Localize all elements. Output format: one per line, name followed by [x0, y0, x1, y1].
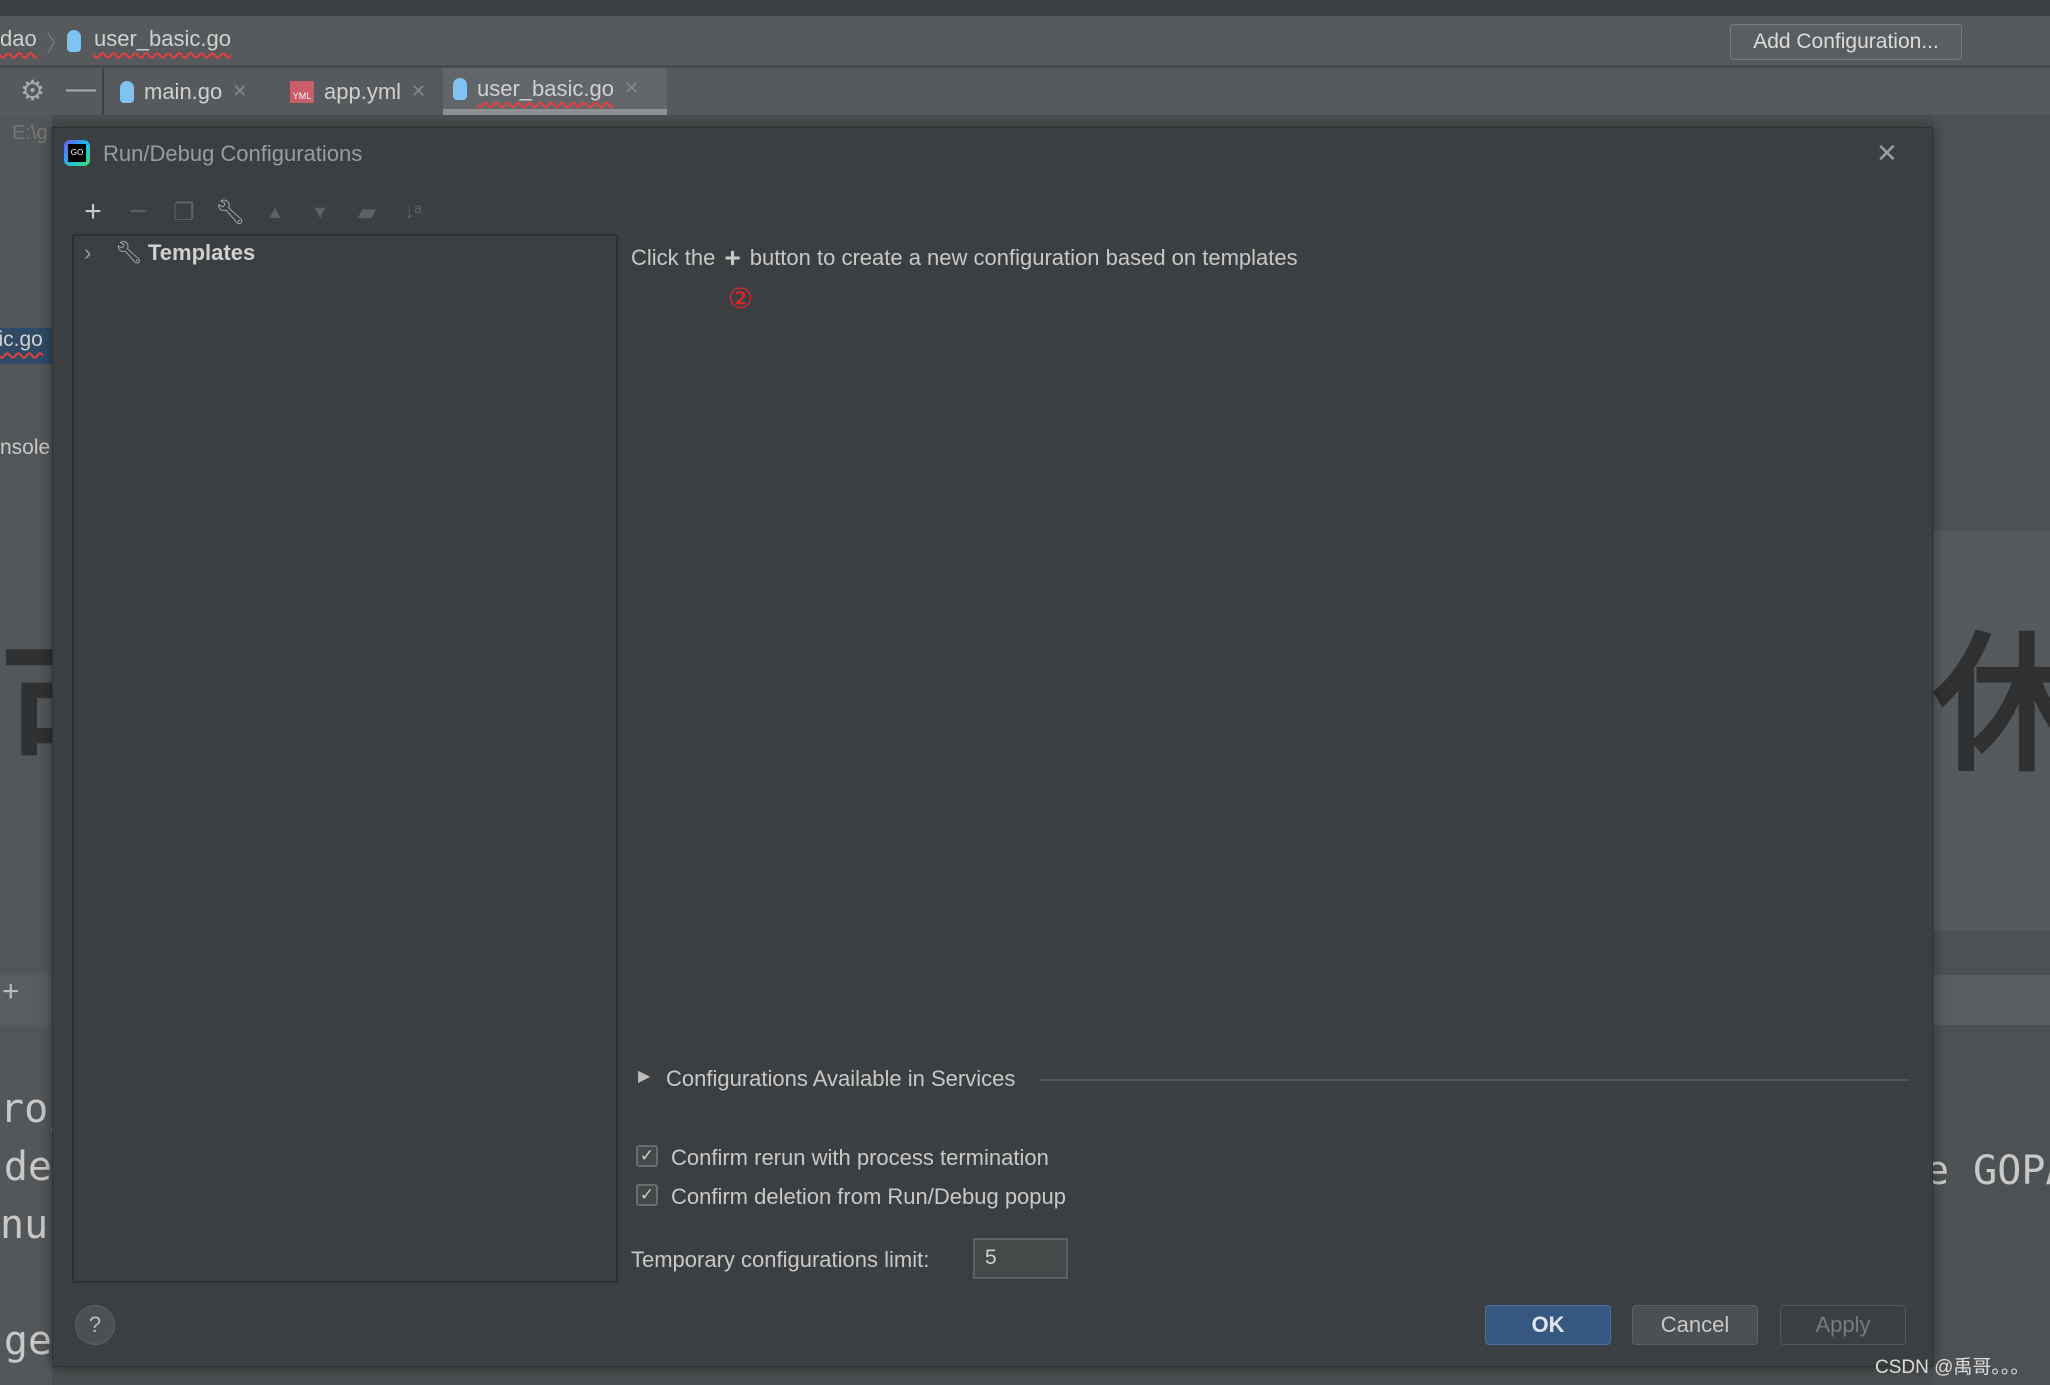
close-icon[interactable]: ✕	[411, 81, 426, 102]
file-name: sic.go	[0, 328, 43, 351]
apply-button[interactable]: Apply	[1780, 1305, 1906, 1345]
tab-main-go[interactable]: main.go ✕	[110, 68, 257, 115]
services-section-toggle[interactable]: Configurations Available in Services	[666, 1066, 1015, 1092]
help-button[interactable]: ?	[75, 1305, 115, 1345]
go-gopher-icon	[453, 77, 467, 100]
expand-triangle-icon[interactable]: ▶	[638, 1066, 650, 1086]
code-line: nus	[0, 1202, 52, 1248]
background-glyph: 休	[1933, 630, 2050, 780]
add-icon[interactable]: +	[0, 975, 52, 1025]
code-line: roj	[0, 1086, 52, 1132]
confirm-rerun-label: Confirm rerun with process termination	[671, 1145, 1049, 1170]
go-gopher-icon	[120, 80, 134, 103]
temp-limit-input[interactable]: 5	[973, 1238, 1068, 1279]
hint-text: button to create a new configuration bas…	[749, 245, 1298, 270]
confirm-deletion-label: Confirm deletion from Run/Debug popup	[671, 1184, 1067, 1209]
plus-icon: +	[724, 242, 741, 273]
go-gopher-icon	[67, 30, 81, 52]
breadcrumb-dao[interactable]: dao	[0, 26, 37, 52]
divider	[102, 68, 104, 115]
sort-icon[interactable]: ↓ᵃ	[398, 198, 428, 226]
add-configuration-button[interactable]: Add Configuration...	[1730, 24, 1962, 60]
code-fragment-left: roj de nus ge	[0, 1080, 52, 1370]
code-line: ge	[3, 1318, 52, 1364]
tab-app-yml[interactable]: YML app.yml ✕	[280, 68, 436, 115]
tab-user-basic-go[interactable]: user_basic.go ✕	[443, 68, 667, 115]
editor-strip	[1933, 975, 2050, 1025]
confirm-rerun-checkbox[interactable]: ✓	[636, 1145, 658, 1167]
breadcrumb-file[interactable]: user_basic.go	[94, 26, 231, 52]
close-icon[interactable]: ✕	[624, 78, 639, 99]
console-label: nsole	[0, 436, 51, 459]
tree-item-templates[interactable]: Templates	[148, 240, 255, 266]
dialog-title: Run/Debug Configurations	[103, 141, 363, 166]
temp-limit-label: Temporary configurations limit:	[631, 1247, 930, 1272]
code-fragment-right: e GOPA	[1925, 1148, 2050, 1194]
project-path: E:\g	[12, 122, 48, 144]
close-icon[interactable]: ✕	[1876, 138, 1898, 169]
section-divider	[1040, 1079, 1910, 1081]
breadcrumb-separator: 〉	[46, 31, 69, 56]
wrench-icon[interactable]: 🔧︎	[215, 198, 245, 226]
hint-text: Click the	[631, 245, 716, 270]
wrench-icon: 🔧︎	[115, 240, 143, 265]
annotation-2: ②	[728, 283, 754, 314]
goland-logo-icon: GO	[64, 140, 90, 166]
selected-file-row[interactable]: sic.go	[0, 328, 52, 364]
watermark: CSDN @禹哥。。。	[1875, 1357, 2030, 1378]
minimize-icon[interactable]: —	[66, 72, 96, 106]
yml-file-icon: YML	[290, 80, 314, 103]
add-configuration-icon[interactable]: +	[78, 195, 108, 228]
menu-strip	[0, 0, 2050, 16]
confirm-deletion-checkbox[interactable]: ✓	[636, 1184, 658, 1206]
console-item[interactable]: nsole	[0, 436, 52, 460]
chevron-right-icon[interactable]: ›	[84, 240, 91, 266]
cancel-button[interactable]: Cancel	[1632, 1305, 1758, 1345]
move-up-icon[interactable]: ▲	[260, 198, 290, 226]
close-icon[interactable]: ✕	[232, 81, 247, 102]
gear-icon[interactable]: ⚙	[20, 74, 45, 107]
new-folder-icon[interactable]: ▰	[352, 198, 382, 226]
empty-hint: Click the + button to create a new confi…	[631, 242, 1298, 273]
tab-label: user_basic.go	[477, 75, 614, 101]
code-line: de	[3, 1144, 52, 1190]
tab-label: main.go	[144, 78, 223, 104]
move-down-icon[interactable]: ▼	[305, 198, 335, 226]
copy-icon[interactable]: ❐	[169, 198, 199, 226]
background-glyph: 可	[0, 640, 52, 790]
ok-button[interactable]: OK	[1485, 1305, 1611, 1345]
configuration-tree[interactable]	[72, 234, 618, 1283]
remove-icon[interactable]: −	[123, 195, 153, 228]
tab-label: app.yml	[324, 78, 402, 104]
